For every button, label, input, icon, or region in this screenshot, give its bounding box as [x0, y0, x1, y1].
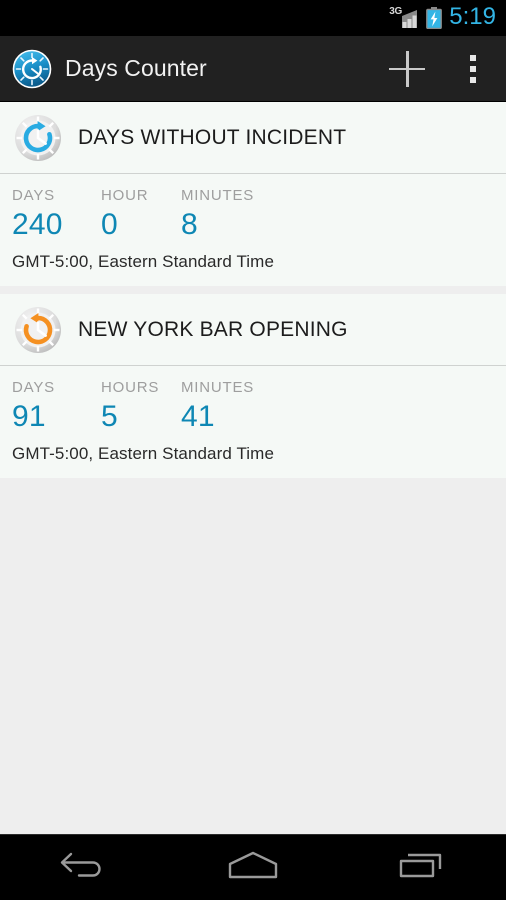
counter-unit-label: DAYS: [12, 379, 55, 396]
network-type-label: 3G: [389, 6, 403, 17]
counter-unit-value: 5: [101, 400, 118, 433]
counter-units: DAYS 240 HOUR 0 MINUTES 8: [0, 188, 506, 256]
system-navigation-bar: [0, 834, 506, 900]
counter-unit-value: 91: [12, 400, 46, 433]
counter-card-header: DAYS WITHOUT INCIDENT: [0, 102, 506, 174]
overflow-menu-icon: [470, 54, 476, 83]
counter-unit-label: DAYS: [12, 187, 55, 204]
counter-unit-minutes: MINUTES 8: [181, 188, 254, 244]
counter-unit-value: 0: [101, 208, 118, 241]
counter-unit-label: MINUTES: [181, 187, 255, 204]
counter-unit-minutes: MINUTES 41: [181, 380, 254, 436]
phone-screen: 3G 5:19 Days Counter DAYS WITHOUT INCIDE…: [0, 0, 506, 900]
days-counter-app-icon: [12, 49, 52, 89]
counter-card[interactable]: NEW YORK BAR OPENING DAYS 91 HOURS 5 MIN…: [0, 294, 506, 478]
counter-unit-days: DAYS 91: [12, 380, 55, 436]
counter-card-body: DAYS 240 HOUR 0 MINUTES 8 GMT-5:00, East…: [0, 174, 506, 286]
clock-rewind-orange-icon: [12, 304, 64, 356]
counter-title: DAYS WITHOUT INCIDENT: [78, 125, 347, 149]
counter-title: NEW YORK BAR OPENING: [78, 317, 348, 341]
counter-unit-label: HOUR: [101, 187, 149, 204]
action-bar: Days Counter: [0, 36, 506, 102]
counter-unit-value: 8: [181, 208, 198, 241]
nav-home-button[interactable]: [169, 835, 338, 900]
recents-icon: [396, 848, 448, 887]
counter-card-header: NEW YORK BAR OPENING: [0, 294, 506, 366]
nav-back-button[interactable]: [0, 835, 169, 900]
counter-card[interactable]: DAYS WITHOUT INCIDENT DAYS 240 HOUR 0 MI…: [0, 102, 506, 286]
counter-card-body: DAYS 91 HOURS 5 MINUTES 41 GMT-5:00, Eas…: [0, 366, 506, 478]
counter-list: DAYS WITHOUT INCIDENT DAYS 240 HOUR 0 MI…: [0, 102, 506, 478]
nav-recents-button[interactable]: [337, 835, 506, 900]
back-icon: [59, 848, 109, 887]
counter-unit-label: MINUTES: [181, 379, 255, 396]
counter-unit-hours: HOUR 0: [101, 188, 148, 244]
counter-units: DAYS 91 HOURS 5 MINUTES 41: [0, 380, 506, 448]
signal-bars-icon: 3G: [389, 7, 419, 29]
home-icon: [225, 848, 281, 887]
counter-unit-label: HOURS: [101, 379, 160, 396]
add-counter-button[interactable]: [374, 36, 440, 102]
status-bar: 3G 5:19: [0, 0, 506, 36]
clock-refresh-blue-icon: [12, 112, 64, 164]
overflow-menu-button[interactable]: [440, 36, 506, 102]
plus-icon: [389, 50, 425, 87]
battery-charging-icon: [426, 7, 443, 30]
app-title: Days Counter: [65, 55, 207, 81]
counter-unit-hours: HOURS 5: [101, 380, 159, 436]
counter-unit-value: 240: [12, 208, 63, 241]
counter-unit-days: DAYS 240: [12, 188, 63, 244]
status-bar-clock: 5:19: [449, 3, 496, 30]
counter-unit-value: 41: [181, 400, 215, 433]
